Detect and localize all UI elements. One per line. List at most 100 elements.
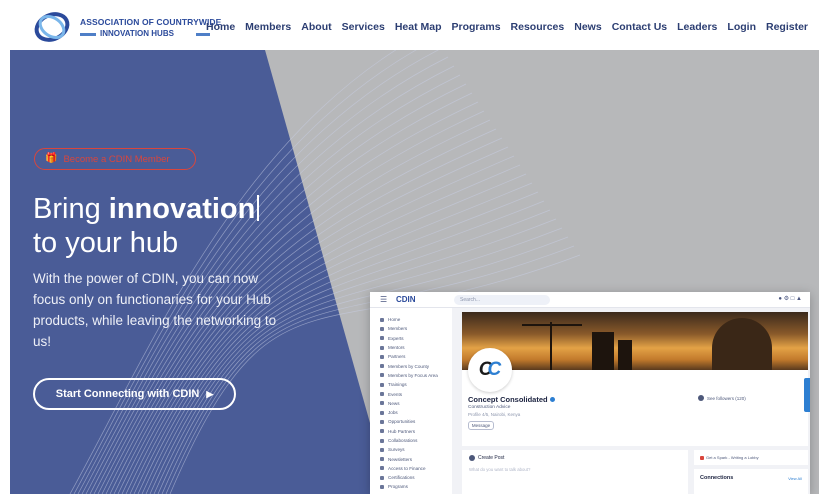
sidebar-item-label: News [388, 400, 400, 406]
site-logo[interactable]: ASSOCIATION OF COUNTRYWIDE INNOVATION HU… [32, 8, 221, 46]
nav-news[interactable]: News [569, 20, 606, 34]
sidebar-item-label: Partners [388, 354, 406, 360]
user-icon [698, 395, 704, 401]
sidebar-item-label: Programs [388, 484, 408, 490]
sidebar-item-label: Jobs [388, 410, 398, 416]
nav-resources[interactable]: Resources [506, 20, 570, 34]
app-sidebar-item: Programs [380, 482, 452, 491]
app-sidebar-item: Members by County [380, 361, 452, 370]
sidebar-item-label: Members by Focus Area [388, 372, 438, 378]
app-sidebar-item: Certifications [380, 473, 452, 482]
app-sidebar-item: Hub Partners [380, 427, 452, 436]
nav-members[interactable]: Members [240, 20, 296, 34]
app-sidebar-item: Partners [380, 352, 452, 361]
app-sidebar: Home Members Experts Mentors Partners Members… [370, 308, 452, 494]
notice-card: Get a Spark - Writing a Lobby [694, 450, 808, 465]
app-sidebar-item: News [380, 399, 452, 408]
sidebar-item-label: Certifications [388, 475, 415, 481]
sidebar-item-label: Trainings [388, 382, 407, 388]
typing-cursor [257, 195, 259, 221]
nav-contact-us[interactable]: Contact Us [607, 20, 672, 34]
view-all-link: View All [788, 476, 802, 481]
start-connecting-button[interactable]: Start Connecting with CDIN ▶ [33, 378, 236, 410]
sidebar-item-label: Surveys [388, 447, 405, 453]
headline-line2: to your hub [33, 227, 179, 259]
create-post-card: Create Post What do you want to talk abo… [462, 450, 688, 494]
logo-mark-icon [34, 12, 70, 42]
app-sidebar-item: Jobs [380, 408, 452, 417]
main-nav: Home Members About Services Heat Map Pro… [201, 20, 813, 34]
nav-about[interactable]: About [296, 20, 336, 34]
hero-headline: Bring innovation to your hub [33, 192, 259, 260]
create-post-title: Create Post [469, 455, 504, 461]
app-preview-mockup: ☰ CDIN Search... ● ⚙ □ ▲ Home Members Expe… [370, 292, 810, 494]
sidebar-item-icon [380, 373, 384, 378]
app-sidebar-item: Trainings [380, 380, 452, 389]
nav-services[interactable]: Services [337, 20, 390, 34]
sidebar-item-icon [380, 364, 384, 369]
sidebar-item-label: Experts [388, 335, 404, 341]
headline-emphasis: innovation [108, 193, 256, 225]
nav-programs[interactable]: Programs [447, 20, 506, 34]
sidebar-item-label: Hub Partners [388, 428, 416, 434]
sidebar-item-icon [380, 447, 384, 452]
sidebar-item-label: Members [388, 326, 408, 332]
app-sidebar-item: Newsletters [380, 454, 452, 463]
site-header: ASSOCIATION OF COUNTRYWIDE INNOVATION HU… [0, 0, 819, 50]
gift-icon: 🎁 [45, 153, 58, 164]
app-sidebar-item: Collaborations [380, 436, 452, 445]
company-location: Profile 4/5, Nairobi, Kenya [468, 412, 521, 417]
sidebar-item-label: Access to Finance [388, 465, 426, 471]
nav-heat-map[interactable]: Heat Map [390, 20, 447, 34]
followers-link: See followers (120) [698, 395, 746, 401]
sidebar-item-icon [380, 457, 384, 462]
sidebar-item-icon [380, 419, 384, 424]
sidebar-item-icon [380, 429, 384, 434]
sidebar-item-label: Newsletters [388, 456, 412, 462]
hero-section: 🎁 Become a CDIN Member Bring innovation … [10, 50, 819, 494]
feedback-tab [804, 378, 810, 412]
app-toolbar-icons: ● ⚙ □ ▲ [778, 296, 802, 302]
app-sidebar-item: Experts [380, 334, 452, 343]
sidebar-item-label: Mentors [388, 345, 405, 351]
badge-label: Become a CDIN Member [63, 153, 170, 165]
sidebar-item-label: Events [388, 391, 403, 397]
sidebar-item-icon [380, 392, 384, 397]
company-role: Construction Advice [468, 405, 511, 410]
become-member-badge[interactable]: 🎁 Become a CDIN Member [34, 148, 196, 170]
connections-title: Connections [700, 475, 734, 481]
sidebar-item-label: Opportunities [388, 419, 416, 425]
sidebar-item-label: Members by County [388, 363, 430, 369]
company-avatar: CC [468, 348, 512, 392]
app-sidebar-item: Home [380, 315, 452, 324]
profile-card: CC Concept Consolidated Construction Adv… [462, 348, 808, 446]
nav-login[interactable]: Login [722, 20, 761, 34]
sidebar-item-icon [380, 410, 384, 415]
app-topbar: ☰ CDIN Search... ● ⚙ □ ▲ [370, 292, 810, 308]
post-placeholder: What do you want to talk about? [469, 467, 531, 472]
nav-register[interactable]: Register [761, 20, 813, 34]
sidebar-item-icon [380, 317, 384, 322]
sidebar-item-icon [380, 401, 384, 406]
sidebar-item-icon [380, 438, 384, 443]
company-name: Concept Consolidated [468, 395, 555, 404]
post-avatar-icon [469, 455, 475, 461]
sidebar-item-icon [380, 326, 384, 331]
nav-home[interactable]: Home [201, 20, 240, 34]
app-sidebar-item: Access to Finance [380, 464, 452, 473]
sidebar-item-icon [380, 345, 384, 350]
play-arrow-icon: ▶ [206, 388, 214, 399]
app-main-content: CC Concept Consolidated Construction Adv… [462, 312, 808, 494]
app-brand: CDIN [396, 295, 416, 304]
hamburger-menu-icon: ☰ [380, 295, 388, 304]
sidebar-item-label: Home [388, 317, 401, 323]
connections-card: Connections View All [694, 469, 808, 494]
message-button: Message [468, 421, 494, 430]
app-sidebar-item: Members by Focus Area [380, 371, 452, 380]
nav-leaders[interactable]: Leaders [672, 20, 722, 34]
profile-cover-image [462, 312, 808, 370]
app-sidebar-item: Members [380, 324, 452, 333]
sidebar-item-icon [380, 466, 384, 471]
app-sidebar-item: Mentors [380, 343, 452, 352]
logo-title-line2: INNOVATION HUBS [80, 29, 210, 40]
